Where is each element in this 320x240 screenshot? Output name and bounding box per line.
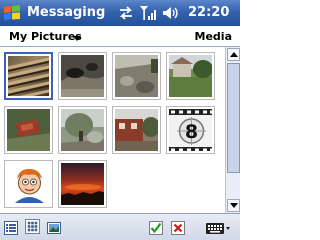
scroll-up-button[interactable] — [227, 48, 240, 61]
sunset-image — [61, 184, 104, 205]
signal-icon[interactable] — [140, 6, 156, 20]
messaging-screen: Messaging 22:20 My Pictures Media 8 — [0, 0, 240, 240]
garden-image — [115, 55, 158, 97]
chevron-down-icon[interactable] — [73, 36, 81, 41]
photo-image — [61, 55, 104, 97]
arrow-down-icon — [230, 203, 238, 208]
thumbnail-sunset-sky[interactable] — [58, 160, 107, 208]
thumbnail-tree-path[interactable] — [58, 106, 107, 154]
thumbnail-red-object-grass[interactable] — [4, 106, 53, 154]
photo-image — [7, 163, 50, 205]
photo-image — [61, 163, 104, 205]
photo-image: 8 — [169, 109, 212, 151]
thumbnail-dark-cats[interactable] — [58, 52, 107, 100]
scroll-down-button[interactable] — [227, 199, 240, 212]
speaker-icon[interactable] — [163, 7, 178, 19]
countdown-digit: 8 — [185, 121, 198, 143]
thumbnail-house-garden[interactable] — [166, 52, 215, 100]
app-title: Messaging — [27, 5, 106, 20]
photo-image — [169, 55, 212, 97]
building-image — [115, 109, 158, 151]
thumbnail-cartoon-boy[interactable] — [4, 160, 53, 208]
thumbnail-wooden-stairs[interactable] — [4, 52, 53, 100]
arrow-up-icon — [230, 52, 238, 57]
photo-image — [115, 55, 158, 97]
tree-image — [61, 109, 104, 151]
bottom-toolbar — [0, 213, 240, 240]
photo-image — [115, 109, 158, 151]
vertical-scrollbar[interactable] — [225, 47, 240, 213]
status-icons — [119, 6, 178, 20]
folder-dropdown[interactable]: My Pictures — [9, 30, 82, 43]
thumbnail-view-icon[interactable] — [25, 219, 40, 234]
windows-logo-icon[interactable] — [2, 3, 24, 23]
camera-icon[interactable] — [46, 220, 62, 236]
stairs-image — [8, 57, 49, 96]
thumbnail-grid: 8 — [0, 48, 224, 212]
thumbnail-garden-rocks[interactable] — [112, 52, 161, 100]
media-label[interactable]: Media — [195, 30, 232, 43]
clock[interactable]: 22:20 — [188, 5, 229, 20]
cartoon-image — [7, 163, 50, 205]
photo-image — [61, 109, 104, 151]
photo-image — [7, 109, 50, 151]
photo-image — [8, 56, 49, 96]
keyboard-icon[interactable] — [205, 220, 231, 236]
thumbnail-film-countdown[interactable]: 8 — [166, 106, 215, 154]
header-bar: My Pictures Media — [0, 27, 240, 47]
thumbnail-red-building[interactable] — [112, 106, 161, 154]
ok-check-icon[interactable] — [148, 220, 164, 236]
grass-image — [7, 109, 50, 151]
house-image — [169, 55, 212, 97]
cats-image — [61, 55, 104, 97]
film-reel-icon: 8 — [169, 109, 212, 151]
title-bar: Messaging 22:20 — [0, 0, 240, 26]
list-view-icon[interactable] — [3, 220, 19, 236]
cancel-x-icon[interactable] — [170, 220, 186, 236]
sync-icon[interactable] — [119, 6, 133, 20]
scrollbar-thumb[interactable] — [227, 63, 240, 173]
